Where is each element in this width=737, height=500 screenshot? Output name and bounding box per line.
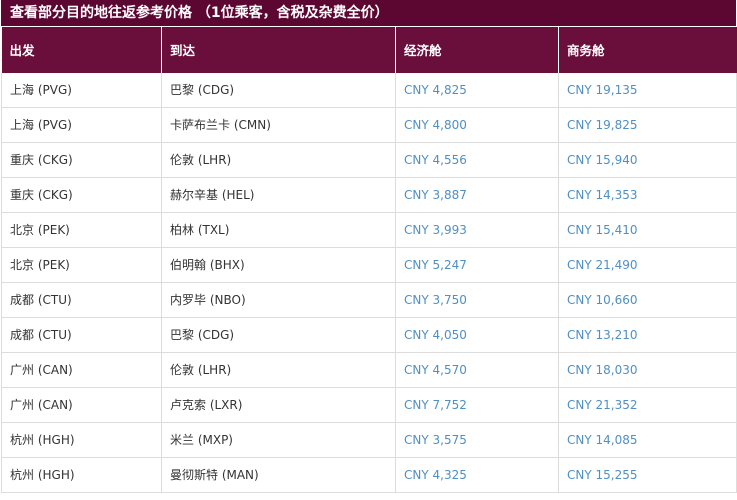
departure-cell: 成都 (CTU) [1,317,162,353]
economy-price-cell[interactable]: CNY 4,570 [395,352,559,388]
economy-price-cell[interactable]: CNY 5,247 [395,247,559,283]
fare-table: 出发 到达 经济舱 商务舱 上海 (PVG) 巴黎 (CDG) CNY 4,825 C… [1,26,737,493]
fare-table-panel: 查看部分目的地往返参考价格 （1位乘客，含税及杂费全价） 出发 到达 经济舱 商… [1,0,737,493]
economy-price-cell[interactable]: CNY 4,325 [395,457,559,493]
departure-cell: 杭州 (HGH) [1,422,162,458]
table-header-row: 出发 到达 经济舱 商务舱 [1,26,737,73]
table-title: 查看部分目的地往返参考价格 （1位乘客，含税及杂费全价） [1,0,736,26]
business-price-cell[interactable]: CNY 18,030 [558,352,737,388]
departure-cell: 上海 (PVG) [1,107,162,143]
arrival-cell: 卡萨布兰卡 (CMN) [161,107,396,143]
departure-cell: 重庆 (CKG) [1,142,162,178]
arrival-cell: 卢克索 (LXR) [161,387,396,423]
departure-cell: 成都 (CTU) [1,282,162,318]
header-departure: 出发 [1,26,162,73]
business-price-cell[interactable]: CNY 15,255 [558,457,737,493]
table-row: 重庆 (CKG) 伦敦 (LHR) CNY 4,556 CNY 15,940 [1,142,737,178]
economy-price-cell[interactable]: CNY 4,556 [395,142,559,178]
departure-cell: 重庆 (CKG) [1,177,162,213]
arrival-cell: 内罗毕 (NBO) [161,282,396,318]
arrival-cell: 曼彻斯特 (MAN) [161,457,396,493]
economy-price-cell[interactable]: CNY 3,887 [395,177,559,213]
business-price-cell[interactable]: CNY 21,490 [558,247,737,283]
table-row: 上海 (PVG) 卡萨布兰卡 (CMN) CNY 4,800 CNY 19,825 [1,107,737,143]
economy-price-cell[interactable]: CNY 7,752 [395,387,559,423]
table-row: 北京 (PEK) 柏林 (TXL) CNY 3,993 CNY 15,410 [1,212,737,248]
economy-price-cell[interactable]: CNY 4,800 [395,107,559,143]
arrival-cell: 伦敦 (LHR) [161,142,396,178]
business-price-cell[interactable]: CNY 21,352 [558,387,737,423]
table-row: 杭州 (HGH) 米兰 (MXP) CNY 3,575 CNY 14,085 [1,422,737,458]
economy-price-cell[interactable]: CNY 4,050 [395,317,559,353]
departure-cell: 杭州 (HGH) [1,457,162,493]
arrival-cell: 米兰 (MXP) [161,422,396,458]
table-body: 上海 (PVG) 巴黎 (CDG) CNY 4,825 CNY 19,135 上海 (P… [1,72,737,493]
table-row: 广州 (CAN) 卢克索 (LXR) CNY 7,752 CNY 21,352 [1,387,737,423]
departure-cell: 北京 (PEK) [1,247,162,283]
arrival-cell: 柏林 (TXL) [161,212,396,248]
departure-cell: 广州 (CAN) [1,387,162,423]
departure-cell: 广州 (CAN) [1,352,162,388]
business-price-cell[interactable]: CNY 14,085 [558,422,737,458]
economy-price-cell[interactable]: CNY 3,575 [395,422,559,458]
table-row: 成都 (CTU) 巴黎 (CDG) CNY 4,050 CNY 13,210 [1,317,737,353]
table-row: 杭州 (HGH) 曼彻斯特 (MAN) CNY 4,325 CNY 15,255 [1,457,737,493]
departure-cell: 上海 (PVG) [1,72,162,108]
departure-cell: 北京 (PEK) [1,212,162,248]
business-price-cell[interactable]: CNY 19,825 [558,107,737,143]
business-price-cell[interactable]: CNY 14,353 [558,177,737,213]
header-arrival: 到达 [161,26,396,73]
business-price-cell[interactable]: CNY 19,135 [558,72,737,108]
business-price-cell[interactable]: CNY 15,410 [558,212,737,248]
business-price-cell[interactable]: CNY 15,940 [558,142,737,178]
table-row: 重庆 (CKG) 赫尔辛基 (HEL) CNY 3,887 CNY 14,353 [1,177,737,213]
arrival-cell: 赫尔辛基 (HEL) [161,177,396,213]
business-price-cell[interactable]: CNY 13,210 [558,317,737,353]
table-row: 广州 (CAN) 伦敦 (LHR) CNY 4,570 CNY 18,030 [1,352,737,388]
header-business: 商务舱 [558,26,737,73]
business-price-cell[interactable]: CNY 10,660 [558,282,737,318]
table-row: 上海 (PVG) 巴黎 (CDG) CNY 4,825 CNY 19,135 [1,72,737,108]
header-economy: 经济舱 [395,26,559,73]
economy-price-cell[interactable]: CNY 4,825 [395,72,559,108]
arrival-cell: 伦敦 (LHR) [161,352,396,388]
arrival-cell: 巴黎 (CDG) [161,317,396,353]
table-row: 北京 (PEK) 伯明翰 (BHX) CNY 5,247 CNY 21,490 [1,247,737,283]
economy-price-cell[interactable]: CNY 3,993 [395,212,559,248]
table-row: 成都 (CTU) 内罗毕 (NBO) CNY 3,750 CNY 10,660 [1,282,737,318]
arrival-cell: 伯明翰 (BHX) [161,247,396,283]
arrival-cell: 巴黎 (CDG) [161,72,396,108]
economy-price-cell[interactable]: CNY 3,750 [395,282,559,318]
